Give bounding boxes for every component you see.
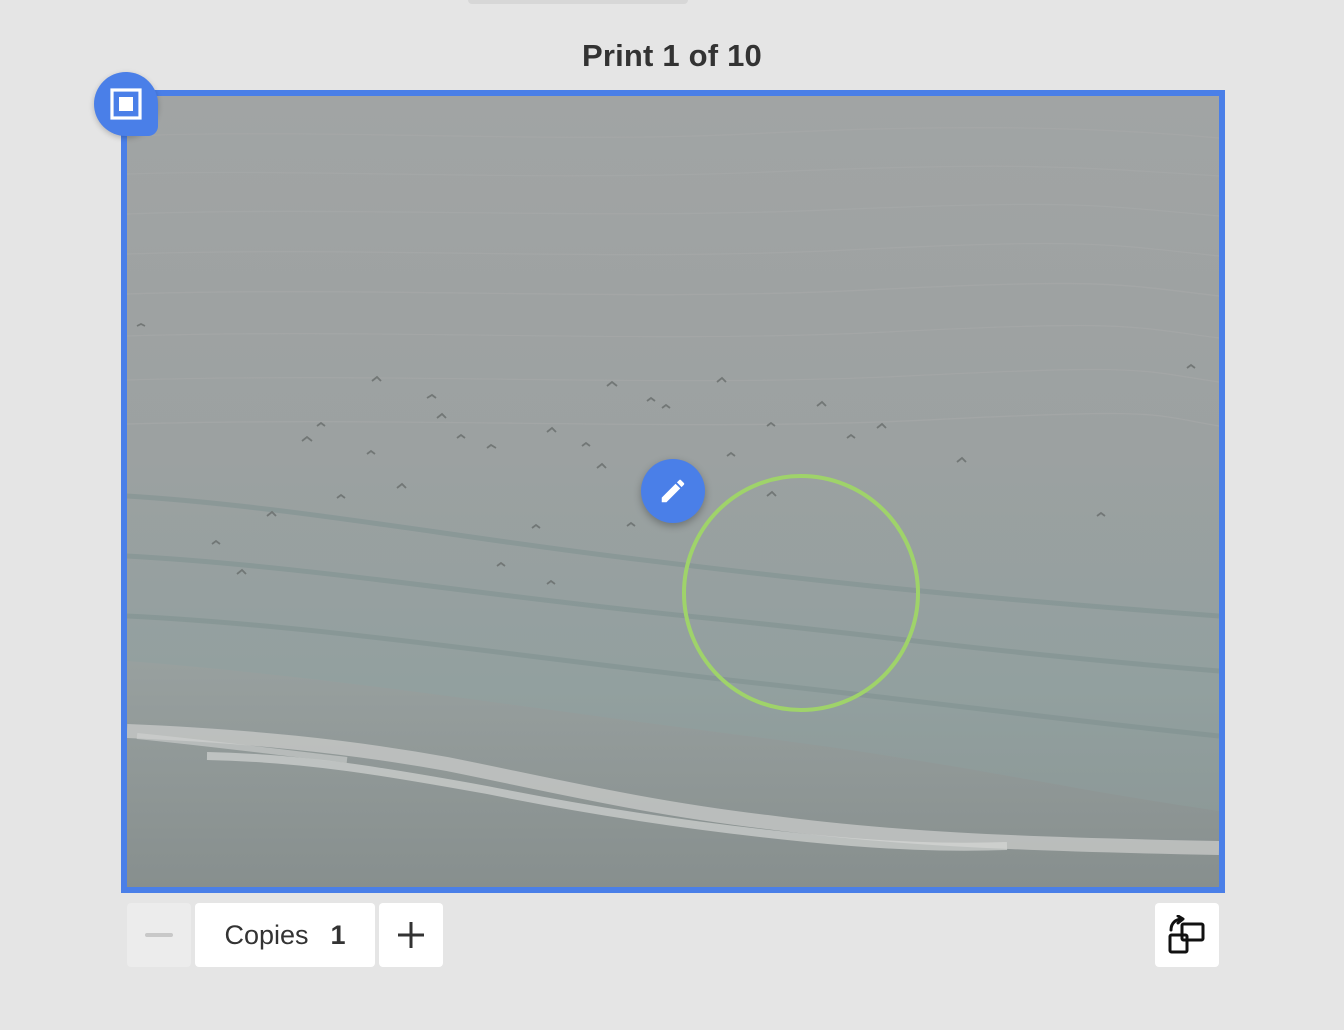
rotate-orientation-button[interactable] (1155, 903, 1219, 967)
copies-count: 1 (330, 919, 346, 950)
decrease-copies-button[interactable] (127, 903, 191, 967)
minus-icon (145, 933, 173, 937)
plus-icon (398, 922, 424, 948)
rotate-orientation-icon (1168, 915, 1205, 954)
select-square-icon (110, 88, 142, 120)
copies-label: Copies (224, 919, 309, 950)
page-title: Print 1 of 10 (581, 38, 763, 73)
increase-copies-button[interactable] (379, 903, 443, 967)
select-checkbox[interactable] (94, 72, 158, 136)
edit-print-button[interactable] (641, 459, 705, 523)
copies-display: Copies 1 (195, 903, 375, 967)
edit-focus-ring (682, 474, 920, 712)
top-drag-handle (468, 0, 688, 4)
pencil-icon (661, 479, 685, 503)
